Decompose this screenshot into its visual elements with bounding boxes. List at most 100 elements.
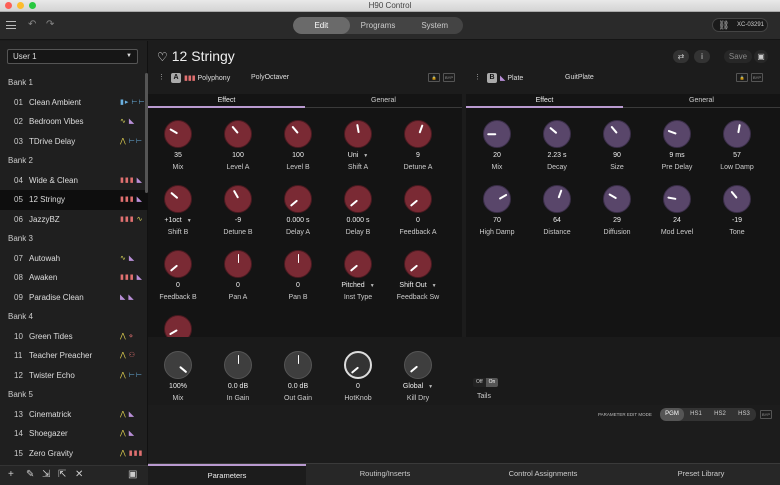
dropdown-arrow-icon[interactable]: ▼ [428,384,433,390]
tab-preset-library[interactable]: Preset Library [622,464,780,485]
param-knob[interactable]: +1oct ▼ Shift B [148,183,208,249]
knob-dial[interactable] [344,351,372,379]
preset-item[interactable]: 04 Wide & Clean ▮▮▮ ◣ [0,171,148,191]
param-knob[interactable]: -19 Tone [707,183,767,249]
knob-dial[interactable] [723,120,751,148]
redo-icon[interactable]: ↷ [46,19,54,30]
favorite-heart-icon[interactable]: ♡ [157,50,168,64]
save-as-icon[interactable]: ▣ [754,50,768,63]
knob-dial[interactable] [344,185,372,213]
slot-a-tab-effect[interactable]: Effect [148,94,305,108]
knob-dial[interactable] [543,120,571,148]
knob-dial[interactable] [224,351,252,379]
param-knob[interactable]: 90 Size [587,118,647,184]
knob-dial[interactable] [164,351,192,379]
export-icon[interactable]: ⇱ [58,469,66,480]
knob-dial[interactable] [483,185,511,213]
knob-dial[interactable] [224,250,252,278]
param-knob[interactable]: 100 Level A [208,118,268,184]
knob-dial[interactable] [164,120,192,148]
preset-item[interactable]: 10 Green Tides ⋀ ⋄ [0,327,148,347]
knob-dial[interactable] [603,185,631,213]
preset-item[interactable]: 13 Cinematrick ⋀ ◣ [0,405,148,425]
tails-toggle[interactable]: Off On [473,378,499,387]
param-knob[interactable]: 35 Mix [148,118,208,184]
undo-icon[interactable]: ↶ [28,19,36,30]
dropdown-arrow-icon[interactable]: ▼ [432,283,437,289]
dropdown-arrow-icon[interactable]: ▼ [363,153,368,159]
knob-dial[interactable] [543,185,571,213]
preset-item[interactable]: 15 Zero Gravity ⋀ ▮▮▮ [0,444,148,464]
knob-dial[interactable] [723,185,751,213]
slot-b-menu-icon[interactable]: ⋮ [474,71,481,85]
slot-a-preset-name[interactable]: PolyOctaver [251,71,289,85]
knob-dial[interactable] [344,120,372,148]
save-button[interactable]: Save [724,50,752,63]
param-knob[interactable]: 24 Mod Level [647,183,707,249]
menu-icon[interactable] [6,21,16,29]
preset-item[interactable]: 07 Autowah ∿ ◣ [0,249,148,269]
param-knob[interactable]: 64 Distance [527,183,587,249]
preset-item[interactable]: 01 Clean Ambient ▮▸ ⊢⊢ [0,93,148,113]
param-knob[interactable]: 9 ms Pre Delay [647,118,707,184]
param-knob[interactable]: 0 Feedback A [388,183,448,249]
knob-dial[interactable] [224,120,252,148]
knob-dial[interactable] [224,185,252,213]
tab-edit[interactable]: Edit [293,17,350,34]
slot-a-algorithm[interactable]: Polyphony [198,75,231,82]
knob-dial[interactable] [284,185,312,213]
preset-item[interactable]: 14 Shoegazer ⋀ ◣ [0,424,148,444]
tab-control-assignments[interactable]: Control Assignments [464,464,622,485]
slot-a-menu-icon[interactable]: ⋮ [158,71,165,85]
preset-list[interactable]: Bank 1 01 Clean Ambient ▮▸ ⊢⊢ 02 Bedroom Vibes… [0,73,148,466]
tab-programs[interactable]: Programs [350,17,407,34]
knob-dial[interactable] [404,250,432,278]
knob-dial[interactable] [404,185,432,213]
edit-mode-pgm[interactable]: PGM [660,408,684,421]
tails-off[interactable]: Off [473,378,486,387]
import-icon[interactable]: ⇲ [42,469,50,480]
slot-b-lock-icon[interactable]: 🔒 [736,73,748,82]
knob-dial[interactable] [404,351,432,379]
tab-routing-inserts[interactable]: Routing/Inserts [306,464,464,485]
knob-dial[interactable] [284,120,312,148]
save-preset-icon[interactable]: ▣ [128,469,137,480]
global-bypass-button[interactable]: BYP [760,410,772,419]
preset-item[interactable]: 06 JazzyBZ ▮▮▮ ∿ [0,210,148,230]
param-knob[interactable]: 0 Feedback B [148,248,208,314]
knob-dial[interactable] [663,120,691,148]
edit-icon[interactable]: ✎ [26,469,34,480]
slot-a-bypass-button[interactable]: BYP [443,73,455,82]
tab-system[interactable]: System [406,17,463,34]
slot-a-lock-icon[interactable]: 🔒 [428,73,440,82]
param-knob[interactable]: Pitched ▼ Inst Type [328,248,388,314]
swap-slots-button[interactable]: ⇄ [673,50,689,63]
preset-item[interactable]: 03 TDrive Delay ⋀ ⊢⊢ [0,132,148,152]
param-knob[interactable]: 0 Pan A [208,248,268,314]
dropdown-arrow-icon[interactable]: ▼ [187,218,192,224]
param-knob[interactable]: 20 Mix [467,118,527,184]
knob-dial[interactable] [284,250,312,278]
param-knob[interactable]: Uni ▼ Shift A [328,118,388,184]
slot-a-tab-general[interactable]: General [305,94,462,108]
param-knob[interactable]: 57 Low Damp [707,118,767,184]
param-knob[interactable]: 29 Diffusion [587,183,647,249]
knob-dial[interactable] [344,250,372,278]
param-knob[interactable]: -9 Detune B [208,183,268,249]
preset-item[interactable]: 05 12 Stringy ▮▮▮ ◣ [0,190,148,210]
knob-dial[interactable] [483,120,511,148]
device-connection-badge[interactable]: ⛓ XC-03291 [712,18,768,32]
info-button[interactable]: i [694,50,710,63]
slot-b-bypass-button[interactable]: BYP [751,73,763,82]
dropdown-arrow-icon[interactable]: ▼ [370,283,375,289]
edit-mode-hs3[interactable]: HS3 [732,408,756,421]
edit-mode-hs2[interactable]: HS2 [708,408,732,421]
knob-dial[interactable] [164,185,192,213]
preset-item[interactable]: 09 Paradise Clean ◣ ◣ [0,288,148,308]
param-knob[interactable]: 2.23 s Decay [527,118,587,184]
slot-b-tab-effect[interactable]: Effect [466,94,623,108]
preset-item[interactable]: 02 Bedroom Vibes ∿ ◣ [0,112,148,132]
param-knob[interactable]: 0.000 s Delay B [328,183,388,249]
knob-dial[interactable] [603,120,631,148]
param-knob[interactable]: Shift Out ▼ Feedback Sw [388,248,448,314]
